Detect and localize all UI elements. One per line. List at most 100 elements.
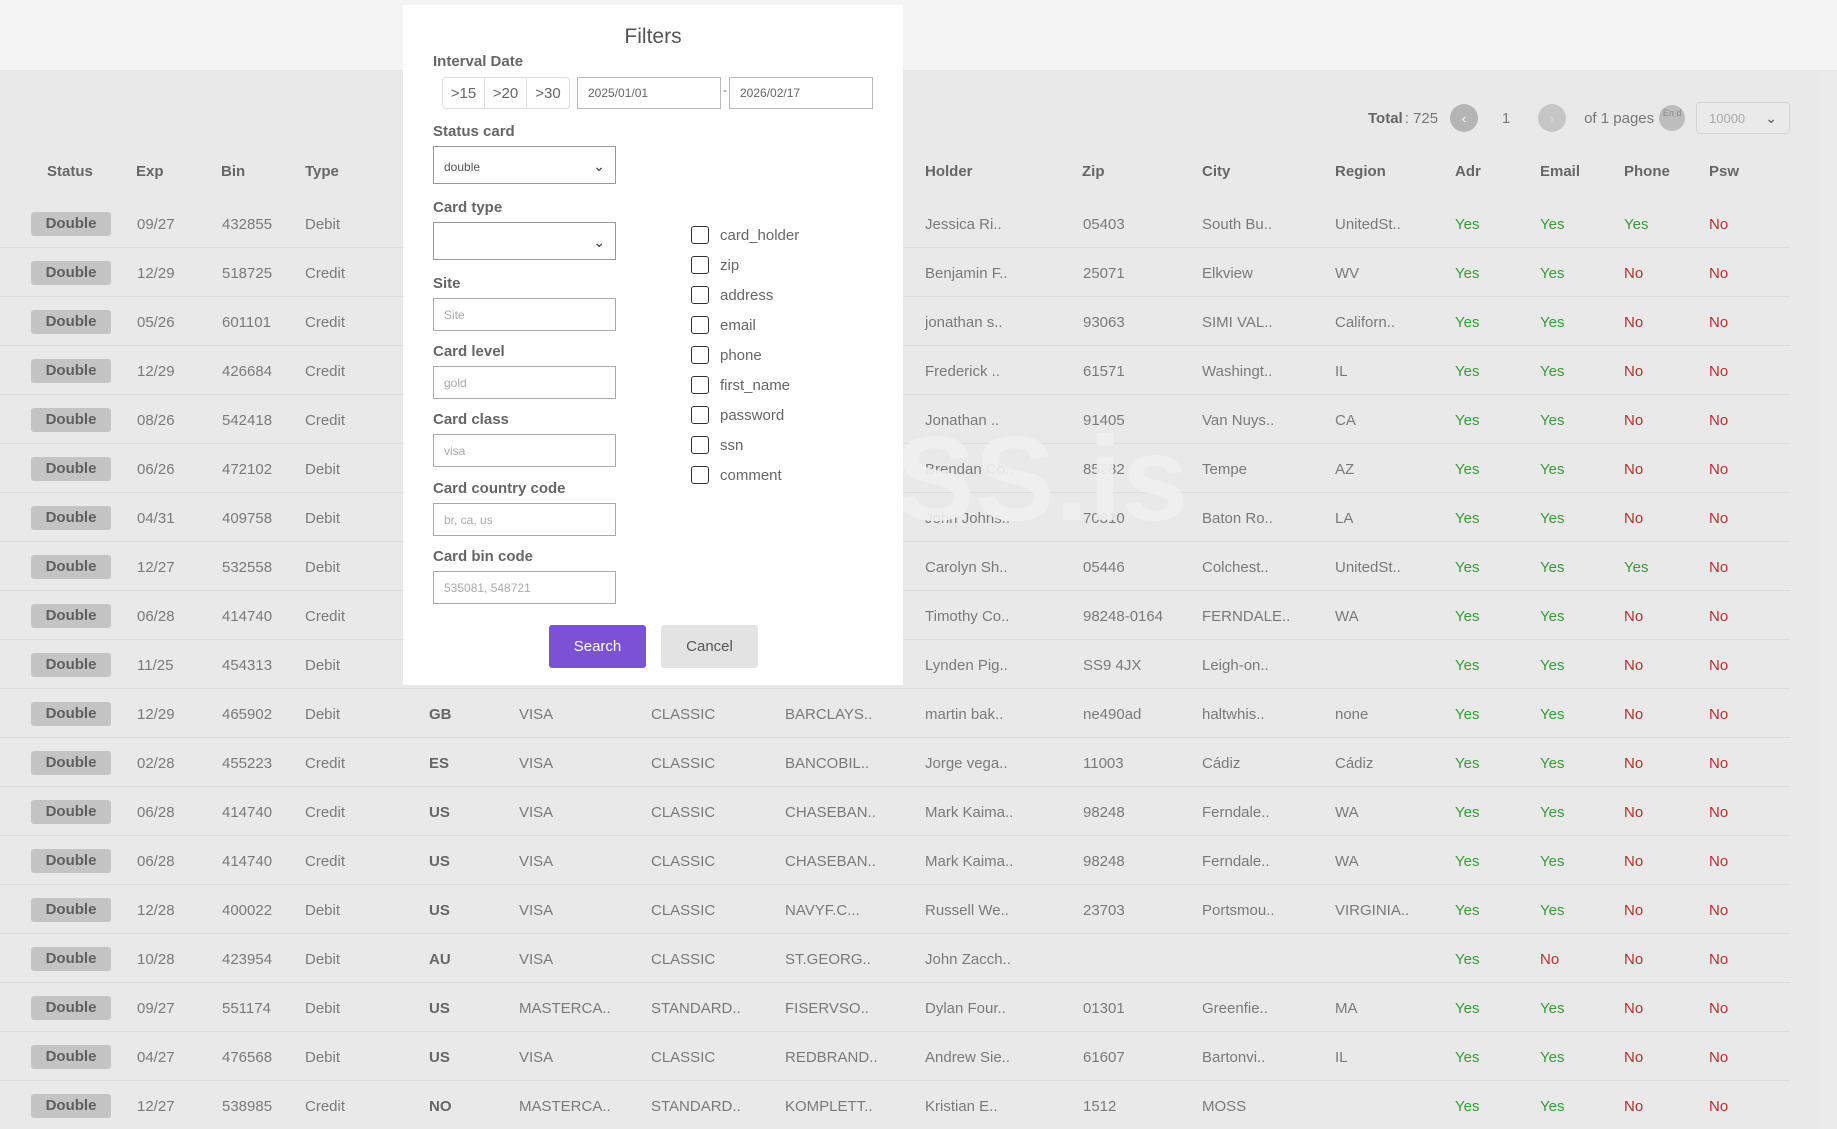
row-status-badge[interactable]: Double xyxy=(31,604,111,628)
column-header-psw[interactable]: Psw xyxy=(1709,163,1739,180)
row-status-badge[interactable]: Double xyxy=(31,457,111,481)
row-status-badge[interactable]: Double xyxy=(31,261,111,285)
row-holder: Frederick .. xyxy=(925,363,1001,380)
cancel-button[interactable]: Cancel xyxy=(661,625,758,668)
row-region: UnitedSt.. xyxy=(1335,559,1401,576)
card-bin-input[interactable]: 535081, 548721 xyxy=(433,571,616,604)
checkbox-card-holder[interactable]: card_holder xyxy=(691,225,799,245)
row-type: Credit xyxy=(305,608,346,625)
row-status-badge[interactable]: Double xyxy=(31,702,111,726)
checkbox-icon[interactable] xyxy=(691,376,709,394)
table-row[interactable]: Double 06/28 414740 Credit US VISA CLASSIC CHAS… xyxy=(0,836,1790,885)
card-country-input[interactable]: br, ca, us xyxy=(433,503,616,536)
checkbox-icon[interactable] xyxy=(691,286,709,304)
checkbox-address[interactable]: address xyxy=(691,285,773,305)
date-from-input[interactable]: 2025/01/01 xyxy=(577,77,721,109)
row-status-badge[interactable]: Double xyxy=(31,751,111,775)
table-row[interactable]: Double 02/28 455223 Credit ES VISA CLASSIC BANC… xyxy=(0,738,1790,787)
status-card-select[interactable]: double ⌄ xyxy=(433,146,616,184)
row-status-badge[interactable]: Double xyxy=(31,653,111,677)
table-row[interactable]: Double 04/27 476568 Debit US VISA CLASSIC REDBR… xyxy=(0,1032,1790,1081)
row-bin: 414740 xyxy=(222,853,273,870)
row-city: Van Nuys.. xyxy=(1202,412,1275,429)
search-button[interactable]: Search xyxy=(549,625,646,668)
column-header-city[interactable]: City xyxy=(1202,163,1230,180)
row-bin: 414740 xyxy=(222,804,273,821)
row-status-badge[interactable]: Double xyxy=(31,898,111,922)
table-row[interactable]: Double 10/28 423954 Debit AU VISA CLASSIC ST.GE… xyxy=(0,934,1790,983)
next-page-button[interactable]: › xyxy=(1538,104,1567,132)
prev-page-button[interactable]: ‹ xyxy=(1450,104,1479,132)
column-header-status[interactable]: Status xyxy=(47,163,93,180)
row-status-badge[interactable]: Double xyxy=(31,1045,111,1069)
row-email: Yes xyxy=(1540,363,1565,380)
row-status-badge[interactable]: Double xyxy=(31,359,111,383)
card-type-select[interactable]: ⌄ xyxy=(433,222,616,260)
checkbox-icon[interactable] xyxy=(691,256,709,274)
preset-30-button[interactable]: >30 xyxy=(527,78,569,108)
row-psw: No xyxy=(1709,265,1729,282)
per-page-select[interactable]: 10000 ⌄ xyxy=(1696,102,1790,134)
checkbox-icon[interactable] xyxy=(691,436,709,454)
row-status-badge[interactable]: Double xyxy=(31,408,111,432)
row-holder: Jorge vega.. xyxy=(925,755,1008,772)
row-zip: 1512 xyxy=(1083,1098,1117,1115)
row-status-badge[interactable]: Double xyxy=(31,212,111,236)
row-status-badge[interactable]: Double xyxy=(31,947,111,971)
column-header-zip[interactable]: Zip xyxy=(1082,163,1105,180)
table-row[interactable]: Double 12/27 538985 Credit NO MASTERCA.. STAND… xyxy=(0,1081,1790,1129)
checkbox-icon[interactable] xyxy=(691,316,709,334)
table-row[interactable]: Double 12/28 400022 Debit US VISA CLASSIC NAVYF… xyxy=(0,885,1790,934)
checkbox-comment[interactable]: comment xyxy=(691,465,782,485)
checkbox-icon[interactable] xyxy=(691,466,709,484)
checkbox-zip[interactable]: zip xyxy=(691,255,739,275)
column-header-region[interactable]: Region xyxy=(1335,163,1386,180)
column-header-type[interactable]: Type xyxy=(305,163,339,180)
row-status-badge[interactable]: Double xyxy=(31,310,111,334)
checkbox-icon[interactable] xyxy=(691,346,709,364)
table-row[interactable]: Double 09/27 551174 Debit US MASTERCA.. STANDA… xyxy=(0,983,1790,1032)
column-header-holder[interactable]: Holder xyxy=(925,163,973,180)
preset-15-button[interactable]: >15 xyxy=(443,78,485,108)
card-class-input[interactable]: visa xyxy=(433,434,616,467)
row-status-badge[interactable]: Double xyxy=(31,849,111,873)
table-row[interactable]: Double 12/29 465902 Debit GB VISA CLASSIC BARCL… xyxy=(0,689,1790,738)
checkbox-label: email xyxy=(720,316,756,334)
row-status-badge[interactable]: Double xyxy=(31,996,111,1020)
row-country: US xyxy=(429,1000,450,1017)
column-header-adr[interactable]: Adr xyxy=(1455,163,1481,180)
column-header-bin[interactable]: Bin xyxy=(221,163,245,180)
checkbox-icon[interactable] xyxy=(691,226,709,244)
column-header-email[interactable]: Email xyxy=(1540,163,1580,180)
checkbox-password[interactable]: password xyxy=(691,405,784,425)
filters-modal: Filters Interval Date >15 >20 >30 2025/0… xyxy=(403,5,903,685)
card-level-input[interactable]: gold xyxy=(433,366,616,399)
row-bin: 476568 xyxy=(222,1049,273,1066)
row-holder: Benjamin F.. xyxy=(925,265,1008,282)
row-psw: No xyxy=(1709,755,1729,772)
site-input[interactable]: Site xyxy=(433,298,616,331)
row-country: AU xyxy=(429,951,451,968)
row-adr: Yes xyxy=(1455,216,1480,233)
checkbox-ssn[interactable]: ssn xyxy=(691,435,743,455)
checkbox-first-name[interactable]: first_name xyxy=(691,375,790,395)
column-header-exp[interactable]: Exp xyxy=(136,163,164,180)
row-status-badge[interactable]: Double xyxy=(31,800,111,824)
row-status-badge[interactable]: Double xyxy=(31,1094,111,1118)
checkbox-email[interactable]: email xyxy=(691,315,756,335)
end-page-button[interactable]: En d xyxy=(1659,105,1686,131)
checkbox-icon[interactable] xyxy=(691,406,709,424)
row-country: US xyxy=(429,804,450,821)
column-header-phone[interactable]: Phone xyxy=(1624,163,1670,180)
row-email: Yes xyxy=(1540,412,1565,429)
table-row[interactable]: Double 06/28 414740 Credit US VISA CLASSIC CHAS… xyxy=(0,787,1790,836)
date-to-input[interactable]: 2026/02/17 xyxy=(729,77,873,109)
row-phone: No xyxy=(1624,363,1644,380)
row-bank: KOMPLETT.. xyxy=(785,1098,873,1115)
preset-20-button[interactable]: >20 xyxy=(485,78,527,108)
row-zip: ne490ad xyxy=(1083,706,1142,723)
row-email: Yes xyxy=(1540,1098,1565,1115)
checkbox-phone[interactable]: phone xyxy=(691,345,762,365)
row-status-badge[interactable]: Double xyxy=(31,555,111,579)
row-status-badge[interactable]: Double xyxy=(31,506,111,530)
